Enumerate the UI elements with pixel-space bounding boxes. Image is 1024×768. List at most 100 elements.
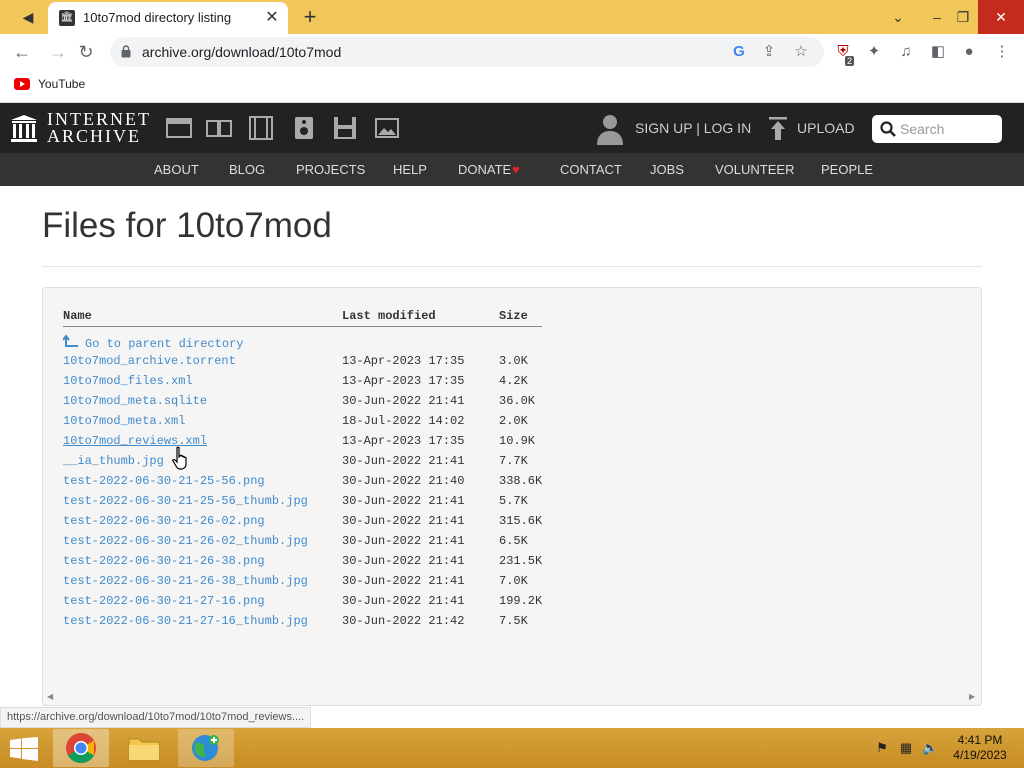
user-account-icon[interactable] bbox=[596, 113, 624, 145]
bookmark-youtube[interactable]: YouTube bbox=[38, 77, 85, 91]
hand-cursor-icon bbox=[172, 446, 187, 470]
header-last-modified[interactable]: Last modified bbox=[342, 309, 436, 323]
forward-button[interactable]: → bbox=[44, 38, 72, 66]
clock-time: 4:41 PM bbox=[957, 733, 1003, 747]
file-size: 4.2K bbox=[499, 374, 528, 388]
file-link[interactable]: test-2022-06-30-21-27-16_thumb.jpg bbox=[63, 614, 308, 628]
chrome-icon bbox=[66, 733, 96, 763]
google-lens-icon[interactable]: G bbox=[728, 41, 750, 63]
file-link[interactable]: test-2022-06-30-21-26-02.png bbox=[63, 514, 265, 528]
tab-search-chevron-icon[interactable]: ⌄ bbox=[886, 0, 910, 34]
nav-blog[interactable]: BLOG bbox=[229, 162, 265, 177]
bookmark-star-icon[interactable]: ☆ bbox=[790, 41, 812, 63]
file-link[interactable]: 10to7mod_files.xml bbox=[63, 374, 193, 388]
windows-start-icon[interactable] bbox=[10, 737, 38, 761]
file-row: test-2022-06-30-21-25-56_thumb.jpg 30-Jun… bbox=[43, 494, 943, 514]
chrome-menu-icon[interactable]: ⋮ bbox=[991, 41, 1013, 63]
nav-volunteer[interactable]: VOLUNTEER bbox=[715, 162, 794, 177]
upload-icon[interactable] bbox=[768, 117, 788, 141]
file-modified: 30-Jun-2022 21:41 bbox=[342, 534, 465, 548]
page-title: Files for 10to7mod bbox=[42, 206, 332, 245]
internet-archive-logo-icon[interactable] bbox=[10, 114, 38, 142]
video-film-icon[interactable] bbox=[248, 116, 274, 140]
taskbar: ⚑ ▦ 🔈 4:41 PM 4/19/2023 bbox=[0, 728, 1024, 768]
nav-projects[interactable]: PROJECTS bbox=[296, 162, 365, 177]
profile-avatar-icon[interactable]: ● bbox=[958, 41, 980, 63]
lock-icon bbox=[121, 45, 131, 58]
scroll-right-icon[interactable]: ▶ bbox=[969, 692, 975, 701]
nav-contact[interactable]: CONTACT bbox=[560, 162, 622, 177]
file-size: 7.7K bbox=[499, 454, 528, 468]
close-tab-icon[interactable]: ✕ bbox=[262, 8, 282, 28]
signup-login-link[interactable]: SIGN UP | LOG IN bbox=[635, 120, 751, 136]
upload-link[interactable]: UPLOAD bbox=[797, 120, 855, 136]
file-link[interactable]: test-2022-06-30-21-27-16.png bbox=[63, 594, 265, 608]
file-link[interactable]: test-2022-06-30-21-25-56_thumb.jpg bbox=[63, 494, 308, 508]
header-name[interactable]: Name bbox=[63, 309, 92, 323]
action-center-flag-icon[interactable]: ⚑ bbox=[874, 740, 890, 756]
file-row: test-2022-06-30-21-25-56.png 30-Jun-2022 … bbox=[43, 474, 943, 494]
parent-directory-link[interactable]: Go to parent directory bbox=[62, 334, 243, 351]
header-size[interactable]: Size bbox=[499, 309, 528, 323]
file-link[interactable]: __ia_thumb.jpg bbox=[63, 454, 164, 468]
file-row: test-2022-06-30-21-27-16.png 30-Jun-2022 … bbox=[43, 594, 943, 614]
file-link[interactable]: test-2022-06-30-21-26-38_thumb.jpg bbox=[63, 574, 308, 588]
speaker-icon[interactable]: ◀︎ bbox=[14, 0, 42, 34]
folder-icon bbox=[128, 738, 160, 761]
globe-app-icon bbox=[192, 735, 219, 761]
file-size: 10.9K bbox=[499, 434, 536, 448]
scroll-left-icon[interactable]: ◀ bbox=[47, 692, 53, 701]
file-link[interactable]: test-2022-06-30-21-25-56.png bbox=[63, 474, 265, 488]
file-row: test-2022-06-30-21-26-02.png 30-Jun-2022 … bbox=[43, 514, 943, 534]
close-window-button[interactable]: ✕ bbox=[978, 0, 1024, 34]
texts-book-icon[interactable] bbox=[206, 116, 232, 140]
nav-about[interactable]: ABOUT bbox=[154, 162, 199, 177]
nav-people[interactable]: PEOPLE bbox=[821, 162, 873, 177]
web-icon[interactable] bbox=[166, 116, 192, 140]
nav-jobs[interactable]: JOBS bbox=[650, 162, 684, 177]
share-icon[interactable]: ⇪ bbox=[758, 41, 780, 63]
new-tab-button[interactable]: + bbox=[296, 0, 324, 34]
file-modified: 13-Apr-2023 17:35 bbox=[342, 354, 465, 368]
back-button[interactable]: ← bbox=[8, 38, 36, 66]
volume-icon[interactable]: 🔈 bbox=[922, 740, 938, 756]
file-size: 199.2K bbox=[499, 594, 543, 608]
logo-line-2: ARCHIVE bbox=[47, 126, 141, 146]
search-input[interactable]: Search bbox=[900, 121, 944, 137]
taskbar-app-globe[interactable] bbox=[178, 729, 234, 767]
network-icon[interactable]: ▦ bbox=[898, 740, 914, 756]
file-size: 7.5K bbox=[499, 614, 528, 628]
ia-wordmark[interactable]: INTERNET ARCHIVE bbox=[47, 110, 151, 146]
media-control-icon[interactable]: ♫ bbox=[895, 41, 917, 63]
nav-help[interactable]: HELP bbox=[393, 162, 427, 177]
search-box[interactable]: Search bbox=[872, 115, 1002, 143]
software-floppy-icon[interactable] bbox=[332, 116, 358, 140]
file-link[interactable]: 10to7mod_archive.torrent bbox=[63, 354, 236, 368]
audio-speaker-icon[interactable] bbox=[291, 116, 317, 140]
file-row: 10to7mod_meta.sqlite 30-Jun-2022 21:41 36.… bbox=[43, 394, 943, 414]
file-modified: 13-Apr-2023 17:35 bbox=[342, 374, 465, 388]
restore-button[interactable]: ❐ bbox=[952, 0, 974, 34]
nav-donate[interactable]: DONATE bbox=[458, 162, 511, 177]
file-modified: 30-Jun-2022 21:41 bbox=[342, 574, 465, 588]
file-link[interactable]: 10to7mod_meta.sqlite bbox=[63, 394, 207, 408]
file-row: test-2022-06-30-21-26-38.png 30-Jun-2022 … bbox=[43, 554, 943, 574]
system-clock[interactable]: 4:41 PM 4/19/2023 bbox=[945, 733, 1015, 763]
file-modified: 30-Jun-2022 21:41 bbox=[342, 514, 465, 528]
images-icon[interactable] bbox=[374, 116, 400, 140]
file-link[interactable]: 10to7mod_meta.xml bbox=[63, 414, 185, 428]
browser-tab[interactable]: 🏛 10to7mod directory listing ✕ bbox=[48, 2, 288, 34]
file-modified: 30-Jun-2022 21:41 bbox=[342, 454, 465, 468]
taskbar-chrome[interactable] bbox=[53, 729, 109, 767]
reload-button[interactable]: ↻ bbox=[72, 38, 100, 66]
minimize-button[interactable]: – bbox=[926, 0, 948, 34]
file-row: 10to7mod_archive.torrent 13-Apr-2023 17:3… bbox=[43, 354, 943, 374]
taskbar-file-explorer[interactable] bbox=[116, 729, 172, 767]
directory-listing: Name Last modified Size Go to parent dir… bbox=[42, 287, 982, 706]
address-bar[interactable]: archive.org/download/10to7mod G ⇪ ☆ bbox=[110, 37, 824, 67]
file-link[interactable]: test-2022-06-30-21-26-02_thumb.jpg bbox=[63, 534, 308, 548]
file-link[interactable]: test-2022-06-30-21-26-38.png bbox=[63, 554, 265, 568]
extensions-puzzle-icon[interactable]: ✦ bbox=[863, 41, 885, 63]
status-bar-url: https://archive.org/download/10to7mod/10… bbox=[0, 707, 312, 728]
side-panel-icon[interactable]: ◧ bbox=[927, 41, 949, 63]
